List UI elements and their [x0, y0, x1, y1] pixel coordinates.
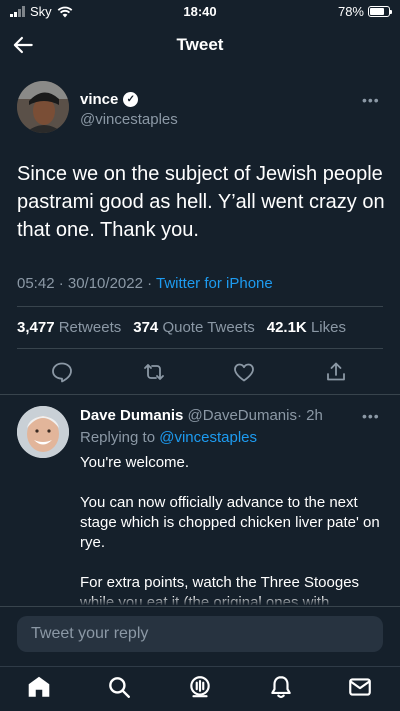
author-name-text: vince: [80, 91, 119, 108]
tweet-stats: 3,477 Retweets 374 Quote Tweets 42.1K Li…: [17, 319, 352, 336]
replying-to-link[interactable]: @vincestaples: [159, 429, 257, 446]
search-icon[interactable]: [106, 674, 132, 700]
profile-photo-icon: [17, 406, 69, 458]
author-name[interactable]: vince ✓: [80, 91, 139, 108]
retweets-count: 3,477: [17, 319, 55, 336]
reply-input[interactable]: [17, 616, 383, 652]
author-handle[interactable]: @vincestaples: [80, 111, 178, 128]
battery-icon: [368, 6, 392, 17]
retweet-icon[interactable]: [142, 360, 166, 384]
tweet-meta: 05:42 · 30/10/2022 · Twitter for iPhone: [17, 275, 273, 292]
retweets-stat[interactable]: 3,477 Retweets: [17, 319, 121, 336]
scroll-fade: [0, 596, 400, 606]
reply-header: Dave Dumanis @DaveDumanis· 2h: [80, 407, 323, 424]
reply-text: You're welcome. You can now officially a…: [80, 453, 385, 605]
reply-author-name[interactable]: Dave Dumanis: [80, 407, 183, 424]
tweet-source-link[interactable]: Twitter for iPhone: [156, 275, 273, 292]
ellipsis-icon[interactable]: •••: [362, 92, 380, 108]
quotes-label: Quote Tweets: [162, 319, 255, 336]
home-icon[interactable]: [26, 674, 52, 700]
tab-bar: [0, 666, 400, 711]
spaces-icon[interactable]: [187, 674, 213, 700]
divider: [17, 348, 383, 349]
status-right: 78%: [337, 4, 392, 19]
like-icon[interactable]: [232, 360, 256, 384]
likes-label: Likes: [310, 319, 346, 336]
avatar[interactable]: [17, 81, 69, 133]
divider: [17, 306, 383, 307]
messages-icon[interactable]: [347, 674, 373, 700]
replying-to-prefix: Replying to: [80, 429, 160, 446]
reply-author-handle[interactable]: @DaveDumanis: [188, 407, 297, 424]
verified-badge-icon: ✓: [123, 92, 139, 107]
likes-count: 42.1K: [266, 319, 307, 336]
profile-photo-icon: [17, 81, 69, 133]
replying-to: Replying to @vincestaples: [80, 429, 257, 446]
tweet-timestamp: 05:42 · 30/10/2022 ·: [17, 275, 156, 292]
ellipsis-icon[interactable]: •••: [362, 408, 380, 424]
reply-avatar[interactable]: [17, 406, 69, 458]
likes-stat[interactable]: 42.1K Likes: [267, 319, 346, 336]
divider: [0, 394, 400, 395]
tweet-text: Since we on the subject of Jewish people…: [17, 163, 385, 241]
status-bar: Sky 18:40 78%: [0, 0, 400, 24]
page-title: Tweet: [176, 35, 224, 54]
reply-composer: [0, 606, 400, 666]
share-icon[interactable]: [324, 360, 348, 384]
retweets-label: Retweets: [58, 319, 122, 336]
notifications-icon[interactable]: [268, 674, 294, 700]
navigation-bar: Tweet: [0, 26, 400, 66]
quotes-stat[interactable]: 374 Quote Tweets: [133, 319, 254, 336]
tweet-actions: [0, 360, 400, 384]
reply-icon[interactable]: [50, 360, 74, 384]
quotes-count: 374: [133, 319, 159, 336]
reply-time: · 2h: [296, 407, 323, 424]
reply-paragraph: You're welcome.: [80, 454, 190, 471]
battery-percent: 78%: [337, 4, 364, 19]
reply-paragraph: You can now officially advance to the ne…: [80, 494, 380, 551]
